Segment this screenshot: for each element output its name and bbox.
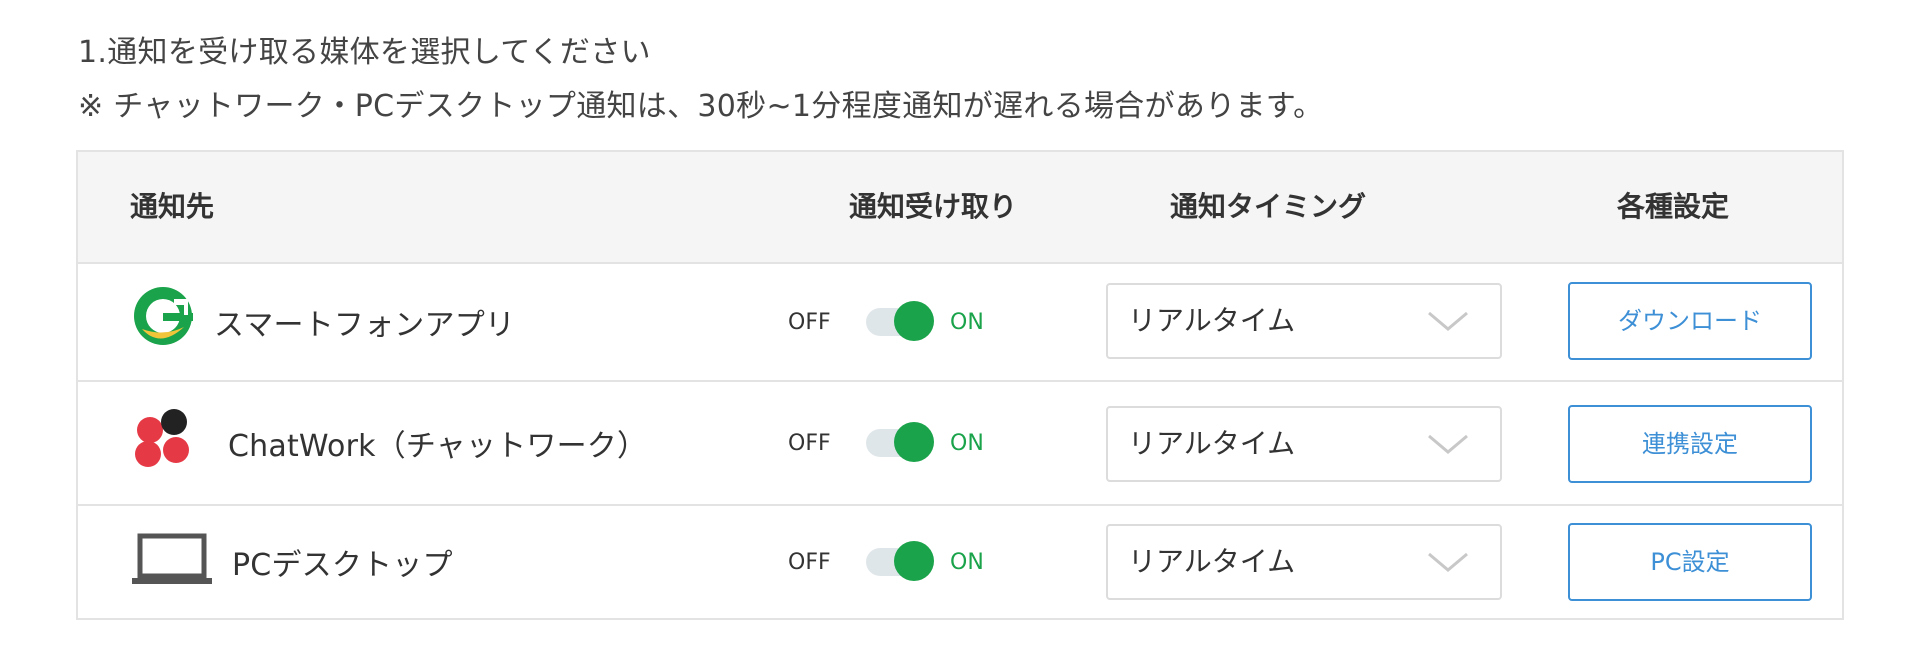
receive-toggle[interactable] bbox=[866, 301, 934, 341]
table-row: PCデスクトップ OFF ON リアルタイム PC設定 bbox=[78, 506, 1842, 618]
chatwork-icon bbox=[130, 406, 196, 480]
destination-cell: ChatWork（チャットワーク） bbox=[130, 382, 647, 504]
header-destination: 通知先 bbox=[130, 190, 215, 223]
table-row: ChatWork（チャットワーク） OFF ON リアルタイム 連携設定 bbox=[78, 382, 1842, 506]
header-receive: 通知受け取り bbox=[848, 190, 1017, 223]
timing-value: リアルタイム bbox=[1128, 304, 1296, 337]
timing-value: リアルタイム bbox=[1128, 545, 1296, 578]
receive-toggle-group: OFF ON bbox=[788, 264, 984, 380]
timing-select[interactable]: リアルタイム bbox=[1106, 524, 1502, 600]
pc-settings-button[interactable]: PC設定 bbox=[1568, 523, 1812, 601]
destination-label: スマートフォンアプリ bbox=[214, 308, 516, 343]
destination-label: ChatWork（チャットワーク） bbox=[228, 429, 648, 464]
header-settings: 各種設定 bbox=[1616, 190, 1729, 223]
chevron-down-icon bbox=[1428, 434, 1468, 454]
laptop-icon bbox=[130, 530, 214, 594]
off-label: OFF bbox=[788, 430, 831, 456]
on-label: ON bbox=[950, 309, 984, 335]
on-label: ON bbox=[950, 430, 984, 456]
table-row: スマートフォンアプリ OFF ON リアルタイム ダウンロード bbox=[78, 264, 1842, 382]
smartphone-app-icon bbox=[130, 285, 196, 359]
header-timing: 通知タイミング bbox=[1169, 190, 1366, 223]
integration-settings-button[interactable]: 連携設定 bbox=[1568, 405, 1812, 483]
receive-toggle-group: OFF ON bbox=[788, 382, 984, 504]
notification-settings-table: 通知先 通知受け取り 通知タイミング 各種設定 スマートフォンアプリ OFF O… bbox=[76, 150, 1844, 620]
destination-label: PCデスクトップ bbox=[232, 548, 453, 583]
timing-select[interactable]: リアルタイム bbox=[1106, 283, 1502, 359]
toggle-knob bbox=[894, 301, 934, 341]
destination-cell: PCデスクトップ bbox=[130, 506, 453, 618]
toggle-knob bbox=[894, 541, 934, 581]
instructions: 1.通知を受け取る媒体を選択してください ※ チャットワーク・PCデスクトップ通… bbox=[78, 26, 1323, 134]
receive-toggle[interactable] bbox=[866, 422, 934, 462]
off-label: OFF bbox=[788, 309, 831, 335]
receive-toggle[interactable] bbox=[866, 541, 934, 581]
toggle-knob bbox=[894, 422, 934, 462]
destination-cell: スマートフォンアプリ bbox=[130, 264, 515, 380]
timing-value: リアルタイム bbox=[1128, 427, 1296, 460]
chevron-down-icon bbox=[1428, 552, 1468, 572]
timing-select[interactable]: リアルタイム bbox=[1106, 406, 1502, 482]
download-button[interactable]: ダウンロード bbox=[1568, 282, 1812, 360]
off-label: OFF bbox=[788, 549, 831, 575]
instruction-note: ※ チャットワーク・PCデスクトップ通知は、30秒~1分程度通知が遅れる場合があ… bbox=[78, 89, 1324, 124]
instruction-heading: 1.通知を受け取る媒体を選択してください bbox=[78, 35, 651, 70]
on-label: ON bbox=[950, 549, 984, 575]
chevron-down-icon bbox=[1428, 311, 1468, 331]
table-header: 通知先 通知受け取り 通知タイミング 各種設定 bbox=[78, 152, 1842, 264]
receive-toggle-group: OFF ON bbox=[788, 506, 984, 618]
